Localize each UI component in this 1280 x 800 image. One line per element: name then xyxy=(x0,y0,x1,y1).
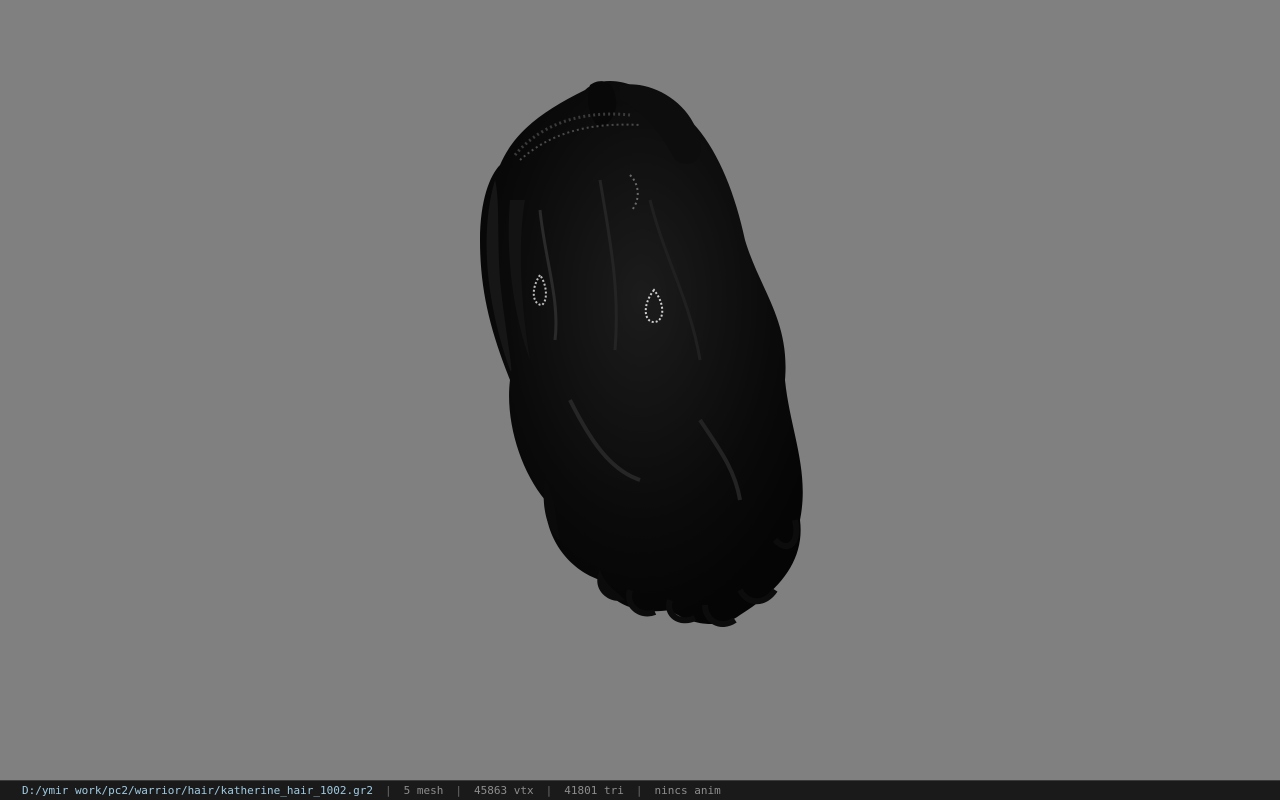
separator: | xyxy=(455,784,462,797)
separator: | xyxy=(385,784,392,797)
hair-model-render[interactable] xyxy=(0,0,1280,780)
separator: | xyxy=(545,784,553,797)
animation-status: nincs anim xyxy=(654,784,721,797)
vertex-count: 45863 vtx xyxy=(474,784,534,797)
separator: | xyxy=(635,784,643,797)
file-path: D:/ymir work/pc2/warrior/hair/katherine_… xyxy=(22,784,373,797)
3d-viewport[interactable] xyxy=(0,0,1280,780)
triangle-count: 41801 tri xyxy=(564,784,624,797)
mesh-count: 5 mesh xyxy=(403,784,444,797)
status-bar: D:/ymir work/pc2/warrior/hair/katherine_… xyxy=(0,780,1280,800)
